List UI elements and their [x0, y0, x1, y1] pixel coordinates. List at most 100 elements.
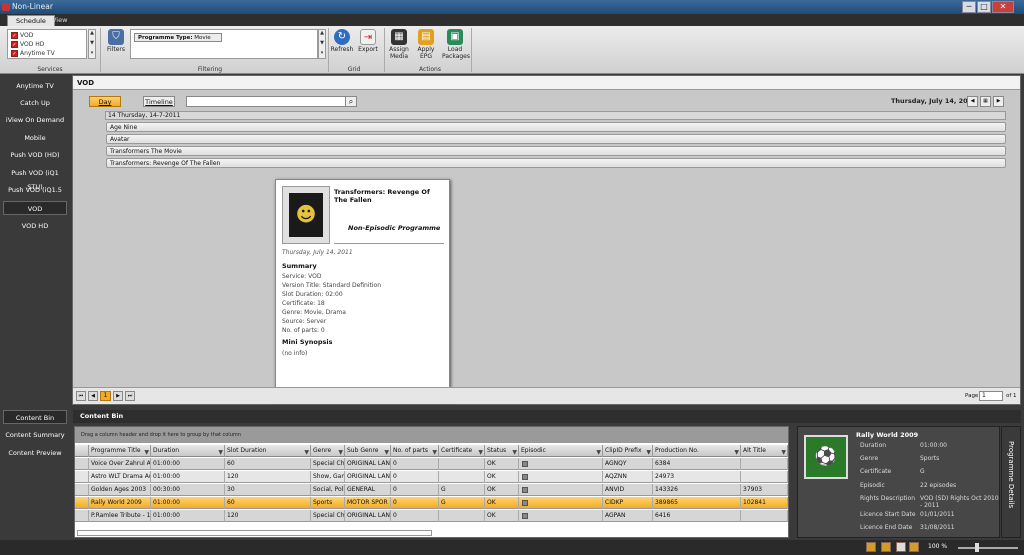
export-button[interactable]: ⇥ Export: [355, 28, 381, 64]
checkbox-icon[interactable]: [522, 513, 528, 519]
programme-row[interactable]: Avatar: [106, 134, 1006, 144]
scroll-down-icon[interactable]: ▼: [319, 40, 325, 48]
services-list[interactable]: ✓ VOD ✓ VOD HD ✓ Anytime TV: [7, 29, 87, 59]
sidebar-item-vod[interactable]: VOD: [3, 201, 67, 215]
page-input[interactable]: 1: [979, 391, 1003, 401]
sidebar-item-content-summary[interactable]: Content Summary: [3, 428, 67, 442]
sidebar-item-iview-on-demand[interactable]: iView On Demand: [3, 113, 67, 127]
programme-details-tab[interactable]: Programme Details: [1001, 426, 1021, 538]
filter-icon[interactable]: ▼: [512, 447, 517, 457]
sidebar-item-mobile[interactable]: Mobile: [3, 131, 67, 145]
row-selector[interactable]: [75, 458, 89, 470]
services-scrollbar[interactable]: ▲ ▼ ▾: [88, 29, 96, 59]
column-header-certificate[interactable]: Certificate ▼: [439, 445, 485, 457]
tab-view[interactable]: View: [44, 15, 75, 26]
column-header-no-of-parts[interactable]: No. of parts ▼: [391, 445, 439, 457]
filter-icon[interactable]: ▼: [384, 447, 389, 457]
search-icon[interactable]: ⌕: [345, 96, 357, 107]
filter-icon[interactable]: ▼: [304, 447, 309, 457]
column-header-clipid-prefix[interactable]: ClipID Prefix ▼: [603, 445, 653, 457]
minimize-button[interactable]: ─: [962, 1, 976, 13]
row-selector[interactable]: [75, 471, 89, 483]
checkbox-icon[interactable]: [522, 474, 528, 480]
layout-icon[interactable]: [881, 542, 891, 552]
search-input[interactable]: [186, 96, 346, 107]
filters-button[interactable]: ⛉ Filters: [103, 28, 129, 64]
checkbox-icon[interactable]: [522, 487, 528, 493]
column-header-episodic[interactable]: Episodic ▼: [519, 445, 603, 457]
layout-icon[interactable]: [909, 542, 919, 552]
row-selector-header[interactable]: [75, 445, 89, 457]
table-row[interactable]: Voice Over Zahrul Ali 01:00:00 60 Special C…: [75, 458, 788, 470]
next-day-icon[interactable]: ▶: [993, 96, 1004, 107]
column-header-duration[interactable]: Duration ▼: [151, 445, 225, 457]
filter-icon[interactable]: ▼: [218, 447, 223, 457]
column-header-production-no[interactable]: Production No. ▼: [653, 445, 741, 457]
table-row[interactable]: Astro WLT Drama Aw 01:00:00 120 Show, Gam OR…: [75, 471, 788, 483]
programme-row[interactable]: Transformers: Revenge Of The Fallen: [106, 158, 1006, 168]
filter-icon[interactable]: ▼: [781, 447, 786, 457]
expand-icon[interactable]: ▾: [89, 50, 95, 58]
column-header-programme-title[interactable]: Programme Title ▼: [89, 445, 151, 457]
sidebar-item-push-vod-iq1[interactable]: Push VOD (iQ1 STU): [3, 166, 67, 191]
service-item-vod-hd[interactable]: ✓ VOD HD: [10, 40, 44, 49]
column-header-alt-title[interactable]: Alt Title ▼: [741, 445, 788, 457]
table-row[interactable]: Rally World 2009 01:00:00 60 Sports MOTOR SP…: [75, 497, 788, 509]
filter-icon[interactable]: ▼: [338, 447, 343, 457]
next-page-icon[interactable]: ▶: [113, 391, 123, 401]
sidebar-item-push-vod-hd[interactable]: Push VOD (HD): [3, 148, 67, 162]
calendar-icon[interactable]: ▦: [980, 96, 991, 107]
timeline-view-button[interactable]: Timeline: [143, 96, 175, 107]
filter-scrollbar[interactable]: ▲ ▼ ▾: [318, 29, 326, 59]
sidebar-item-catch-up[interactable]: Catch Up: [3, 96, 67, 110]
horizontal-scrollbar[interactable]: [77, 530, 432, 536]
column-header-sub-genre[interactable]: Sub Genre ▼: [345, 445, 391, 457]
filter-icon[interactable]: ▼: [432, 447, 437, 457]
layout-icon[interactable]: [896, 542, 906, 552]
scroll-up-icon[interactable]: ▲: [319, 30, 325, 38]
group-by-area[interactable]: Drag a column header and drop it here to…: [75, 427, 788, 443]
load-packages-button[interactable]: ▣ Load Packages: [442, 28, 470, 64]
prev-page-icon[interactable]: ◀: [88, 391, 98, 401]
filter-icon[interactable]: ▼: [144, 447, 149, 457]
filter-icon[interactable]: ▼: [478, 447, 483, 457]
checkbox-icon[interactable]: [522, 500, 528, 506]
filter-icon[interactable]: ▼: [734, 447, 739, 457]
sidebar-item-content-bin[interactable]: Content Bin: [3, 410, 67, 424]
row-selector[interactable]: [75, 484, 89, 496]
close-button[interactable]: ✕: [992, 1, 1014, 13]
table-row[interactable]: Golden Ages 2003 00:30:00 30 Social, Poli GE…: [75, 484, 788, 496]
filter-box[interactable]: Programme Type: Movie: [130, 29, 318, 59]
sidebar-item-push-vod-iq15[interactable]: Push VOD (iQ1.5 STU): [3, 183, 67, 208]
refresh-button[interactable]: ↻ Refresh: [329, 28, 355, 64]
programme-type-filter-tag[interactable]: Programme Type: Movie: [134, 33, 222, 42]
last-page-icon[interactable]: ⏭: [125, 391, 135, 401]
scroll-down-icon[interactable]: ▼: [89, 40, 95, 48]
current-page[interactable]: 1: [100, 391, 111, 401]
apply-epg-button[interactable]: ▤ Apply EPG: [413, 28, 439, 64]
programme-row[interactable]: Transformers The Movie: [106, 146, 1006, 156]
assign-media-button[interactable]: ▦ Assign Media: [386, 28, 412, 64]
column-header-genre[interactable]: Genre ▼: [311, 445, 345, 457]
checkbox-icon[interactable]: [522, 461, 528, 467]
first-page-icon[interactable]: ⏮: [76, 391, 86, 401]
column-header-status[interactable]: Status ▼: [485, 445, 519, 457]
day-view-button[interactable]: Day: [89, 96, 121, 107]
table-row[interactable]: P.Ramlee Tribute - 19 01:00:00 120 Special …: [75, 510, 788, 522]
prev-day-icon[interactable]: ◀: [967, 96, 978, 107]
sidebar-item-anytime-tv[interactable]: Anytime TV: [3, 79, 67, 93]
programme-row[interactable]: Age Nine: [106, 122, 1006, 132]
scroll-up-icon[interactable]: ▲: [89, 30, 95, 38]
maximize-button[interactable]: □: [977, 1, 991, 13]
service-item-vod[interactable]: ✓ VOD: [10, 31, 33, 40]
sidebar-item-vod-hd[interactable]: VOD HD: [3, 219, 67, 233]
service-item-anytime-tv[interactable]: ✓ Anytime TV: [10, 49, 55, 58]
column-header-slot-duration[interactable]: Slot Duration ▼: [225, 445, 311, 457]
zoom-slider-thumb[interactable]: [975, 543, 979, 552]
day-group-header[interactable]: 14 Thursday, 14-7-2011: [105, 111, 1006, 120]
row-selector[interactable]: [75, 497, 89, 509]
zoom-slider[interactable]: [958, 547, 1018, 549]
sidebar-item-content-preview[interactable]: Content Preview: [3, 446, 67, 460]
expand-icon[interactable]: ▾: [319, 50, 325, 58]
row-selector[interactable]: [75, 510, 89, 522]
